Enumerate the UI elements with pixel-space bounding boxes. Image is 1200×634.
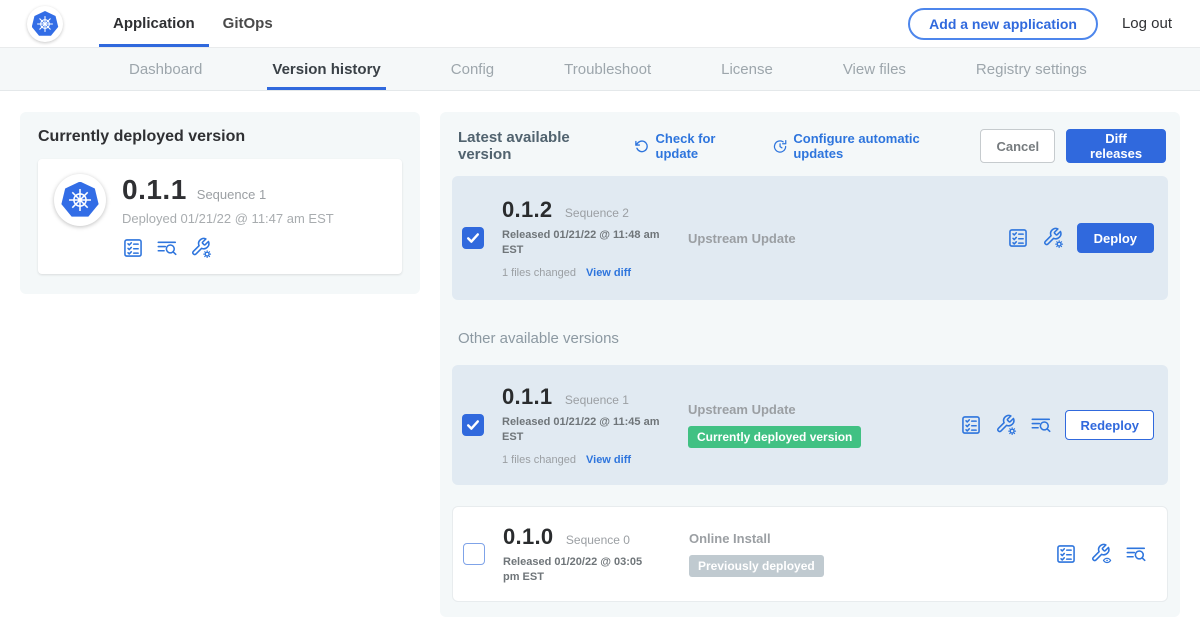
- helm-wheel-icon: [35, 14, 55, 34]
- edit-config-icon[interactable]: [1042, 227, 1064, 249]
- redeploy-button[interactable]: Redeploy: [1065, 410, 1154, 440]
- version-source-block: Upstream Update Currently deployed versi…: [688, 402, 916, 448]
- release-notes-icon[interactable]: [1055, 543, 1077, 565]
- other-versions-label: Other available versions: [452, 330, 1168, 347]
- subnav-item-troubleshoot[interactable]: Troubleshoot: [559, 48, 656, 90]
- version-info: 0.1.1 Sequence 1 Released 01/21/22 @ 11:…: [502, 384, 660, 466]
- kubernetes-logo: [27, 6, 63, 42]
- version-source: Upstream Update: [688, 402, 916, 417]
- subnav-item-version-history[interactable]: Version history: [267, 48, 385, 90]
- version-number: 0.1.0: [503, 524, 553, 549]
- deployed-version-card: 0.1.1 Sequence 1 Deployed 01/21/22 @ 11:…: [38, 159, 402, 274]
- eye-glyph: [1103, 558, 1110, 562]
- subnav-item-license[interactable]: License: [716, 48, 778, 90]
- view-diff-link[interactable]: View diff: [586, 454, 631, 466]
- deployed-panel-title: Currently deployed version: [38, 128, 402, 146]
- view-files-diff-icon[interactable]: [156, 237, 178, 259]
- currently-deployed-badge: Currently deployed version: [688, 426, 861, 448]
- version-source-block: Online Install Previously deployed: [689, 531, 917, 577]
- updates-header-actions: Cancel Diff releases: [980, 129, 1166, 163]
- add-application-button[interactable]: Add a new application: [908, 8, 1098, 40]
- release-notes-icon[interactable]: [1007, 227, 1029, 249]
- version-card-0-1-2: 0.1.2 Sequence 2 Released 01/21/22 @ 11:…: [452, 176, 1168, 300]
- version-history-page: Application GitOps Add a new application…: [0, 0, 1200, 634]
- refresh-icon: [635, 139, 649, 154]
- clock-refresh-icon: [773, 139, 787, 154]
- version-actions: Redeploy: [960, 410, 1154, 440]
- release-timestamp: Released 01/21/22 @ 11:48 am EST: [502, 228, 660, 258]
- version-actions: Deploy: [1007, 223, 1154, 253]
- check-icon: [466, 231, 480, 245]
- latest-version-title: Latest available version: [458, 129, 617, 163]
- kubernetes-heptagon-icon: [32, 11, 59, 37]
- updates-header: Latest available version Check for updat…: [452, 126, 1168, 162]
- subnav-item-dashboard[interactable]: Dashboard: [124, 48, 207, 90]
- deployed-sequence-label: Sequence 1: [197, 187, 266, 202]
- files-changed-label: 1 files changed: [502, 267, 576, 279]
- view-files-diff-icon[interactable]: [1030, 414, 1052, 436]
- deployed-version-details: 0.1.1 Sequence 1 Deployed 01/21/22 @ 11:…: [122, 174, 334, 259]
- version-actions: [1055, 543, 1153, 565]
- sequence-label: Sequence 2: [565, 206, 629, 220]
- version-source: Online Install: [689, 531, 917, 546]
- currently-deployed-panel: Currently deployed version: [20, 112, 420, 294]
- subnav-item-view-files[interactable]: View files: [838, 48, 911, 90]
- sequence-label: Sequence 1: [565, 393, 629, 407]
- version-checkbox[interactable]: [462, 227, 484, 249]
- version-card-0-1-1: 0.1.1 Sequence 1 Released 01/21/22 @ 11:…: [452, 365, 1168, 485]
- edit-config-icon[interactable]: [995, 414, 1017, 436]
- edit-config-icon[interactable]: [190, 237, 212, 259]
- top-tabs: Application GitOps: [99, 0, 287, 47]
- check-icon: [466, 418, 480, 432]
- view-diff-link[interactable]: View diff: [586, 267, 631, 279]
- version-info: 0.1.0 Sequence 0 Released 01/20/22 @ 03:…: [503, 524, 661, 585]
- diff-releases-button[interactable]: Diff releases: [1066, 129, 1166, 163]
- version-source: Upstream Update: [688, 231, 916, 246]
- release-timestamp: Released 01/21/22 @ 11:45 am EST: [502, 415, 660, 445]
- helm-wheel-icon: [66, 186, 94, 214]
- version-checkbox[interactable]: [462, 414, 484, 436]
- subnav-item-config[interactable]: Config: [446, 48, 499, 90]
- deployed-actions: [122, 237, 334, 259]
- files-changed-label: 1 files changed: [502, 454, 576, 466]
- view-files-diff-icon[interactable]: [1125, 543, 1147, 565]
- sequence-label: Sequence 0: [566, 533, 630, 547]
- header-right: Add a new application Log out: [908, 0, 1200, 47]
- kubernetes-heptagon-icon: [61, 182, 99, 219]
- deployed-version-number: 0.1.1: [122, 174, 187, 206]
- deploy-button[interactable]: Deploy: [1077, 223, 1154, 253]
- deployed-timestamp: Deployed 01/21/22 @ 11:47 am EST: [122, 211, 334, 226]
- check-for-update-link[interactable]: Check for update: [635, 131, 755, 161]
- release-notes-icon[interactable]: [122, 237, 144, 259]
- version-card-0-1-0: 0.1.0 Sequence 0 Released 01/20/22 @ 03:…: [452, 506, 1168, 602]
- view-config-icon[interactable]: [1090, 543, 1112, 565]
- tab-application[interactable]: Application: [99, 0, 209, 47]
- version-number: 0.1.1: [502, 384, 552, 409]
- configure-automatic-updates-link[interactable]: Configure automatic updates: [773, 131, 962, 161]
- available-versions-panel: Latest available version Check for updat…: [440, 112, 1180, 617]
- release-notes-icon[interactable]: [960, 414, 982, 436]
- app-logo: [54, 174, 106, 226]
- version-source-block: Upstream Update: [688, 231, 916, 246]
- subnav-item-registry-settings[interactable]: Registry settings: [971, 48, 1092, 90]
- version-info: 0.1.2 Sequence 2 Released 01/21/22 @ 11:…: [502, 197, 660, 279]
- cancel-button[interactable]: Cancel: [980, 129, 1055, 163]
- previously-deployed-badge: Previously deployed: [689, 555, 824, 577]
- tab-gitops[interactable]: GitOps: [209, 0, 287, 47]
- version-checkbox[interactable]: [463, 543, 485, 565]
- version-number: 0.1.2: [502, 197, 552, 222]
- release-timestamp: Released 01/20/22 @ 03:05 pm EST: [503, 555, 661, 585]
- app-header: Application GitOps Add a new application…: [0, 0, 1200, 48]
- logout-button[interactable]: Log out: [1122, 15, 1172, 32]
- app-subnav: Dashboard Version history Config Trouble…: [0, 48, 1200, 91]
